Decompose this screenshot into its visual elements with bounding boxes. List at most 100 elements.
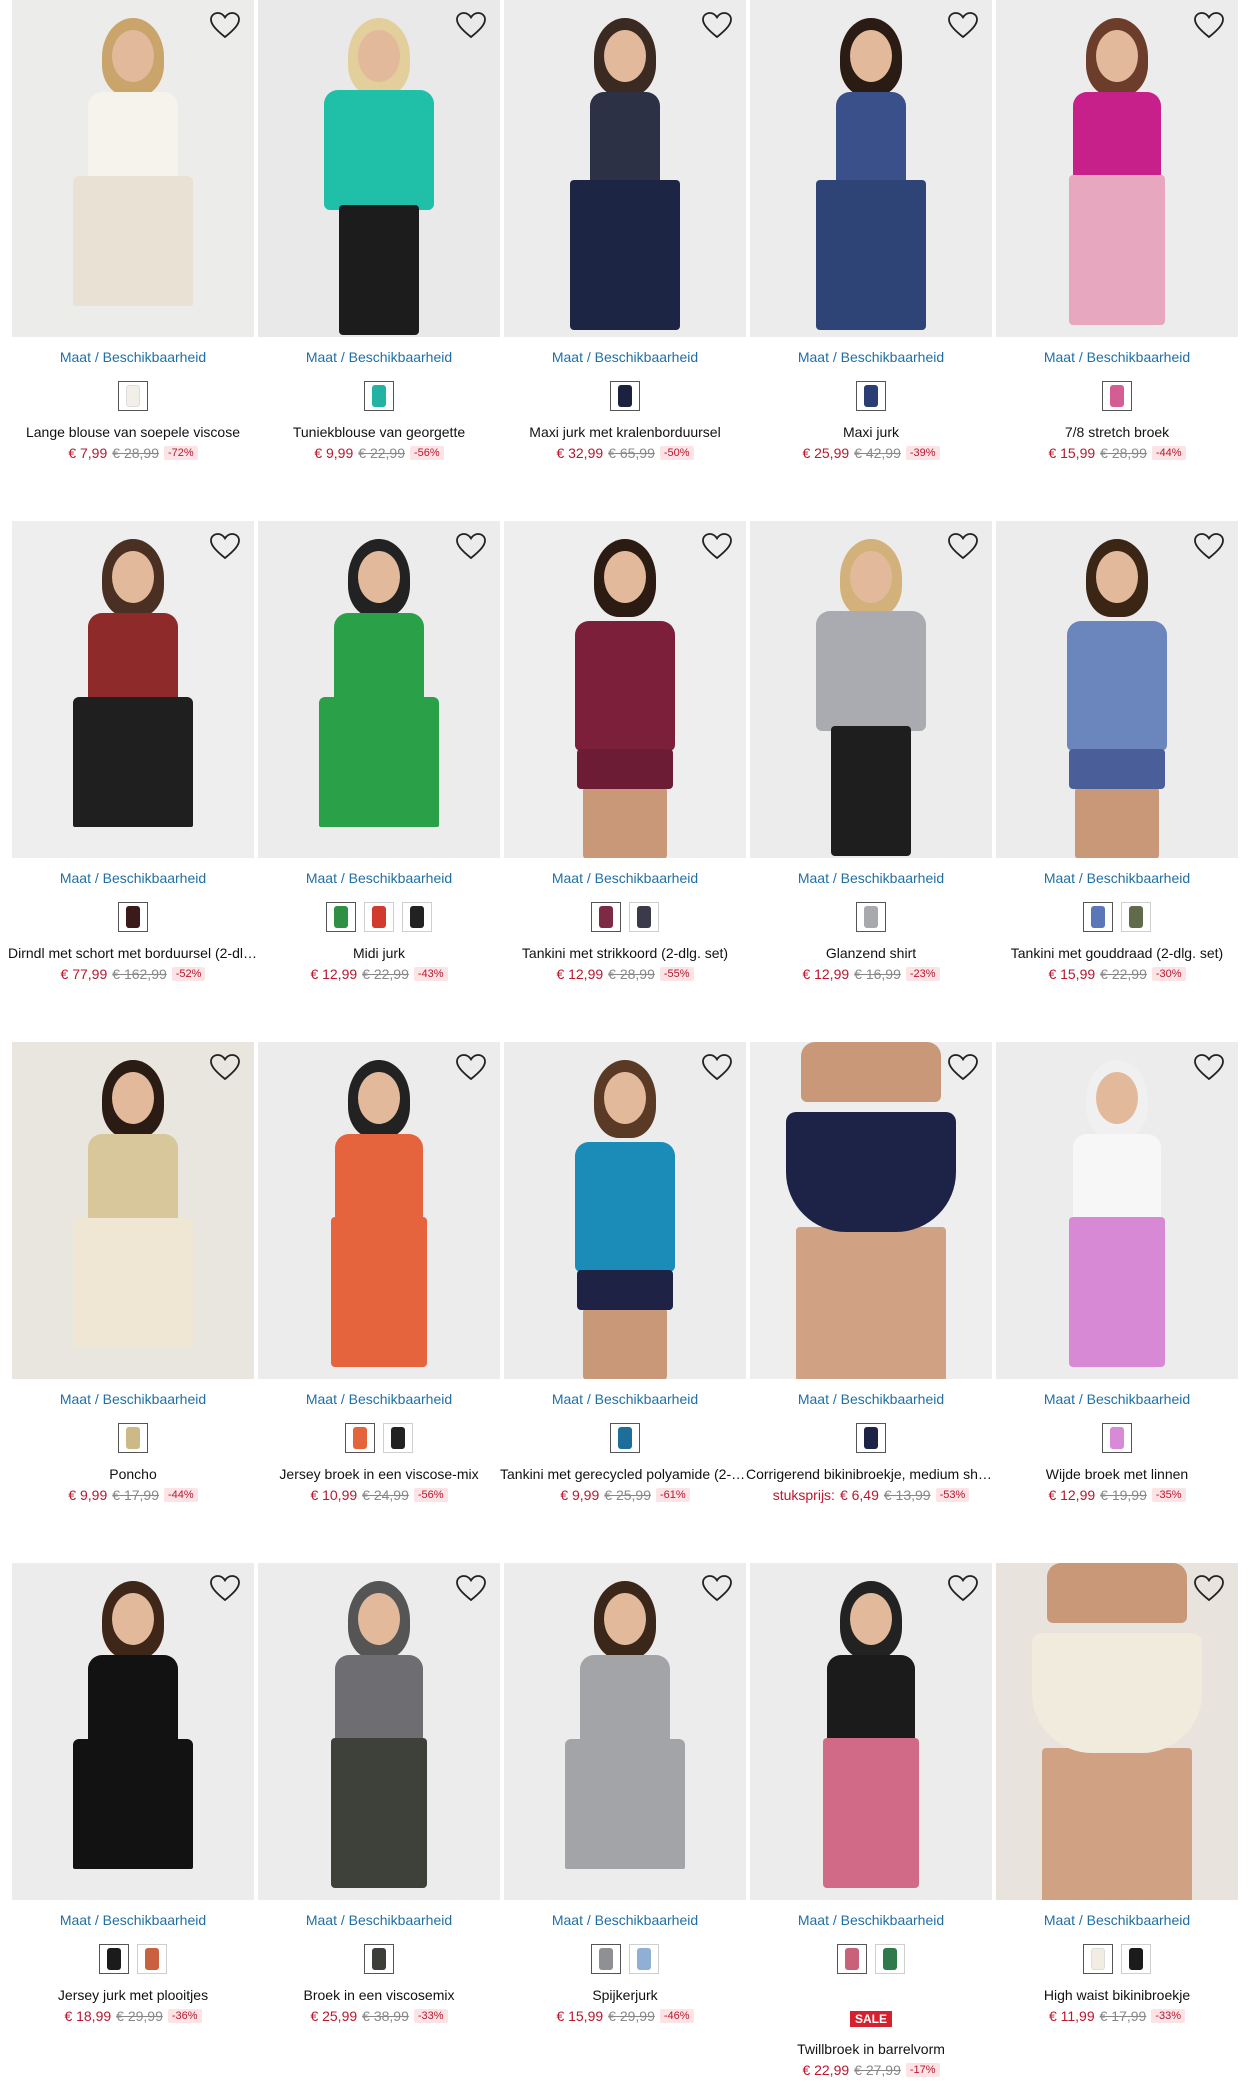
product-name[interactable]: Tankini met gouddraad (2-dlg. set) <box>992 945 1242 961</box>
color-swatch[interactable] <box>837 1944 867 1974</box>
wishlist-heart-icon[interactable] <box>1192 531 1226 561</box>
product-name[interactable]: Jersey broek in een viscose-mix <box>254 1466 504 1482</box>
product-name[interactable]: Maxi jurk met kralenborduursel <box>500 424 750 440</box>
product-image[interactable] <box>996 1563 1238 1900</box>
size-availability-link[interactable]: Maat / Beschikbaarheid <box>750 1391 992 1407</box>
product-name[interactable]: Wijde broek met linnen <box>992 1466 1242 1482</box>
color-swatch[interactable] <box>1121 1944 1151 1974</box>
product-image[interactable] <box>996 0 1238 337</box>
size-availability-link[interactable]: Maat / Beschikbaarheid <box>504 1391 746 1407</box>
product-card[interactable]: Maat / Beschikbaarheid Wijde broek met li… <box>996 1042 1238 1542</box>
product-name[interactable]: Dirndl met schort met borduursel (2-dlg.… <box>8 945 258 961</box>
color-swatch[interactable] <box>591 1944 621 1974</box>
wishlist-heart-icon[interactable] <box>946 1573 980 1603</box>
size-availability-link[interactable]: Maat / Beschikbaarheid <box>996 349 1238 365</box>
size-availability-link[interactable]: Maat / Beschikbaarheid <box>750 1912 992 1928</box>
color-swatch[interactable] <box>629 902 659 932</box>
size-availability-link[interactable]: Maat / Beschikbaarheid <box>12 1912 254 1928</box>
size-availability-link[interactable]: Maat / Beschikbaarheid <box>996 1391 1238 1407</box>
product-card[interactable]: Maat / Beschikbaarheid High waist bikinib… <box>996 1563 1238 2063</box>
color-swatch[interactable] <box>364 902 394 932</box>
color-swatch[interactable] <box>345 1423 375 1453</box>
size-availability-link[interactable]: Maat / Beschikbaarheid <box>12 349 254 365</box>
product-card[interactable]: Maat / Beschikbaarheid Poncho € 9,99 € 17,9… <box>12 1042 254 1542</box>
product-image[interactable] <box>750 521 992 858</box>
wishlist-heart-icon[interactable] <box>454 531 488 561</box>
product-name[interactable]: Tankini met strikkoord (2-dlg. set) <box>500 945 750 961</box>
product-name[interactable]: Broek in een viscosemix <box>254 1987 504 2003</box>
product-card[interactable]: Maat / Beschikbaarheid 7/8 stretch broek €… <box>996 0 1238 500</box>
color-swatch[interactable] <box>402 902 432 932</box>
color-swatch[interactable] <box>118 381 148 411</box>
size-availability-link[interactable]: Maat / Beschikbaarheid <box>996 870 1238 886</box>
product-name[interactable]: Twillbroek in barrelvorm <box>746 2041 996 2057</box>
product-card[interactable]: Maat / Beschikbaarheid Tankini met gerecy… <box>500 1042 750 1542</box>
product-image[interactable] <box>504 1042 746 1379</box>
wishlist-heart-icon[interactable] <box>946 1052 980 1082</box>
color-swatch[interactable] <box>610 1423 640 1453</box>
product-image[interactable] <box>12 1042 254 1379</box>
product-name[interactable]: Poncho <box>8 1466 258 1482</box>
product-card[interactable]: Maat / Beschikbaarheid Tankini met gouddr… <box>996 521 1238 1021</box>
product-name[interactable]: Glanzend shirt <box>746 945 996 961</box>
product-card[interactable]: Maat / Beschikbaarheid Tuniekblouse van g… <box>258 0 500 500</box>
size-availability-link[interactable]: Maat / Beschikbaarheid <box>258 1912 500 1928</box>
size-availability-link[interactable]: Maat / Beschikbaarheid <box>504 349 746 365</box>
wishlist-heart-icon[interactable] <box>1192 1573 1226 1603</box>
product-image[interactable] <box>750 1042 992 1379</box>
wishlist-heart-icon[interactable] <box>454 1573 488 1603</box>
size-availability-link[interactable]: Maat / Beschikbaarheid <box>996 1912 1238 1928</box>
wishlist-heart-icon[interactable] <box>208 1052 242 1082</box>
product-card[interactable]: Maat / Beschikbaarheid SALE Twillbroek in … <box>750 1563 992 2078</box>
product-card[interactable]: Maat / Beschikbaarheid Jersey broek in ee… <box>258 1042 500 1542</box>
product-name[interactable]: Spijkerjurk <box>500 1987 750 2003</box>
product-image[interactable] <box>12 1563 254 1900</box>
wishlist-heart-icon[interactable] <box>454 1052 488 1082</box>
color-swatch[interactable] <box>591 902 621 932</box>
product-card[interactable]: Maat / Beschikbaarheid Broek in een visco… <box>258 1563 500 2063</box>
color-swatch[interactable] <box>364 381 394 411</box>
color-swatch[interactable] <box>99 1944 129 1974</box>
product-card[interactable]: Maat / Beschikbaarheid Maxi jurk met kral… <box>504 0 746 500</box>
product-image[interactable] <box>750 1563 992 1900</box>
size-availability-link[interactable]: Maat / Beschikbaarheid <box>258 870 500 886</box>
product-card[interactable]: Maat / Beschikbaarheid Glanzend shirt € 12… <box>750 521 992 1021</box>
wishlist-heart-icon[interactable] <box>700 1573 734 1603</box>
size-availability-link[interactable]: Maat / Beschikbaarheid <box>258 349 500 365</box>
color-swatch[interactable] <box>856 381 886 411</box>
size-availability-link[interactable]: Maat / Beschikbaarheid <box>258 1391 500 1407</box>
wishlist-heart-icon[interactable] <box>454 10 488 40</box>
color-swatch[interactable] <box>610 381 640 411</box>
color-swatch[interactable] <box>629 1944 659 1974</box>
color-swatch[interactable] <box>118 902 148 932</box>
product-card[interactable]: Maat / Beschikbaarheid Midi jurk € 12,99 € … <box>258 521 500 1021</box>
size-availability-link[interactable]: Maat / Beschikbaarheid <box>750 870 992 886</box>
size-availability-link[interactable]: Maat / Beschikbaarheid <box>750 349 992 365</box>
product-image[interactable] <box>504 1563 746 1900</box>
wishlist-heart-icon[interactable] <box>700 531 734 561</box>
product-card[interactable]: Maat / Beschikbaarheid Dirndl met schort … <box>8 521 258 1021</box>
color-swatch[interactable] <box>1102 1423 1132 1453</box>
wishlist-heart-icon[interactable] <box>1192 10 1226 40</box>
wishlist-heart-icon[interactable] <box>1192 1052 1226 1082</box>
product-card[interactable]: Maat / Beschikbaarheid Jersey jurk met pl… <box>12 1563 254 2063</box>
product-image[interactable] <box>996 521 1238 858</box>
color-swatch[interactable] <box>875 1944 905 1974</box>
color-swatch[interactable] <box>364 1944 394 1974</box>
product-card[interactable]: Maat / Beschikbaarheid Spijkerjurk € 15,99… <box>504 1563 746 2063</box>
product-image[interactable] <box>258 521 500 858</box>
product-image[interactable] <box>504 0 746 337</box>
product-name[interactable]: Maxi jurk <box>746 424 996 440</box>
product-name[interactable]: Midi jurk <box>254 945 504 961</box>
wishlist-heart-icon[interactable] <box>700 1052 734 1082</box>
color-swatch[interactable] <box>1102 381 1132 411</box>
product-name[interactable]: 7/8 stretch broek <box>992 424 1242 440</box>
wishlist-heart-icon[interactable] <box>946 10 980 40</box>
size-availability-link[interactable]: Maat / Beschikbaarheid <box>504 1912 746 1928</box>
product-image[interactable] <box>12 521 254 858</box>
size-availability-link[interactable]: Maat / Beschikbaarheid <box>12 1391 254 1407</box>
color-swatch[interactable] <box>856 1423 886 1453</box>
wishlist-heart-icon[interactable] <box>700 10 734 40</box>
product-image[interactable] <box>258 1042 500 1379</box>
product-name[interactable]: Corrigerend bikinibroekje, medium shape <box>746 1466 996 1482</box>
